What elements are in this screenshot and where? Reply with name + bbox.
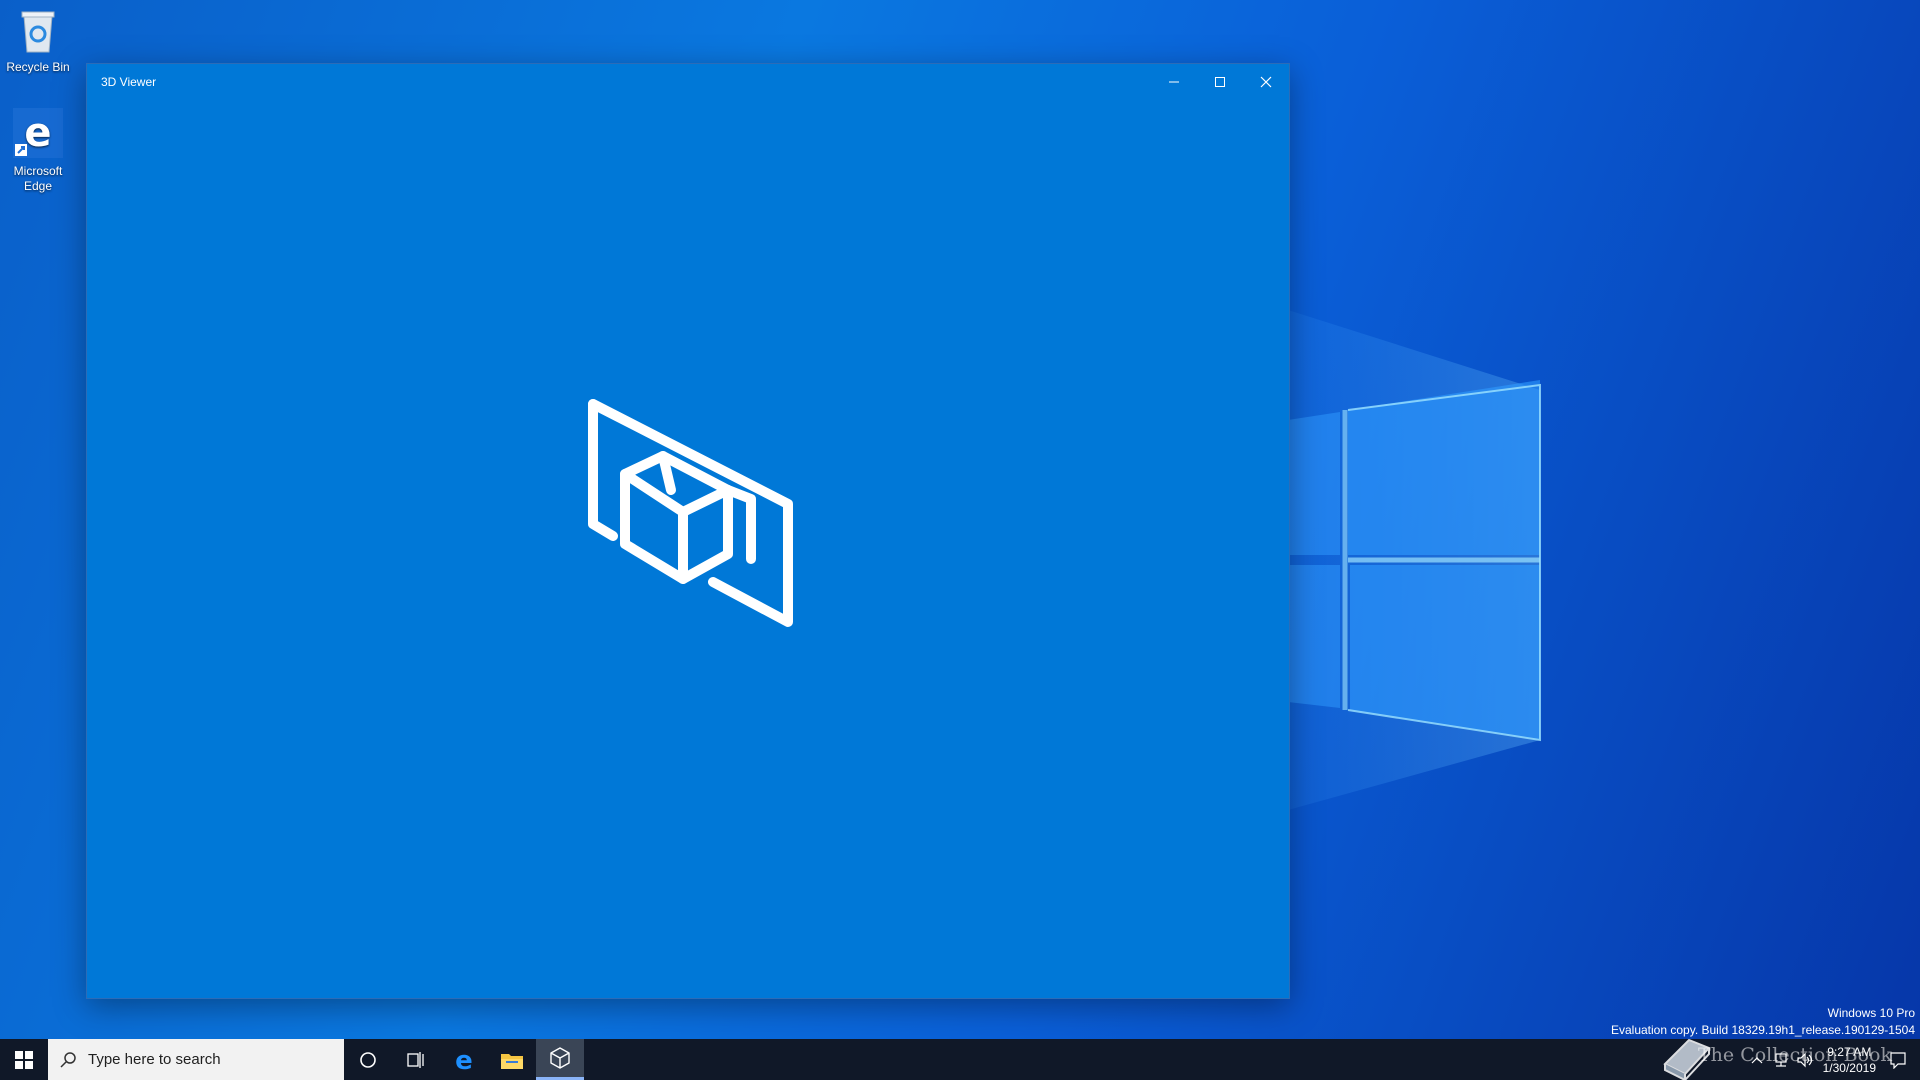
action-center-button[interactable]: [1886, 1039, 1910, 1080]
taskbar-3d-viewer-button[interactable]: [536, 1039, 584, 1080]
desktop-icon-label: Microsoft Edge: [13, 164, 63, 193]
clock-date: 1/30/2019: [1822, 1060, 1876, 1075]
desktop-icon-recycle-bin[interactable]: Recycle Bin: [0, 6, 78, 75]
taskbar-file-explorer-button[interactable]: [488, 1039, 536, 1080]
cortana-icon: [360, 1051, 376, 1068]
task-view-button[interactable]: [392, 1039, 440, 1080]
edge-icon: e: [0, 108, 78, 162]
file-explorer-icon: [501, 1053, 523, 1069]
app-window-3d-viewer: 3D Viewer: [86, 63, 1290, 999]
clock-time: 9:27 AM: [1827, 1044, 1872, 1059]
close-button[interactable]: [1243, 64, 1289, 99]
cortana-button[interactable]: [344, 1039, 392, 1080]
search-box[interactable]: Type here to search: [48, 1039, 344, 1080]
chevron-up-icon: [1751, 1056, 1763, 1063]
task-view-icon: [407, 1051, 424, 1068]
system-tray: 9:27 AM 1/30/2019: [1745, 1039, 1920, 1080]
watermark-build: Evaluation copy. Build 18329.19h1_releas…: [1610, 1023, 1915, 1037]
maximize-icon: [1215, 76, 1225, 87]
maximize-button[interactable]: [1197, 64, 1243, 99]
desktop-icon-microsoft-edge[interactable]: e Microsoft Edge: [0, 108, 78, 194]
svg-text:e: e: [455, 1048, 473, 1072]
volume-button[interactable]: [1793, 1039, 1817, 1080]
speaker-icon: [1797, 1052, 1812, 1067]
taskbar: Type here to search e: [0, 1039, 1920, 1080]
clock[interactable]: 9:27 AM 1/30/2019: [1823, 1044, 1876, 1076]
title-bar[interactable]: 3D Viewer: [87, 64, 1289, 99]
minimize-icon: [1169, 81, 1179, 82]
windows-start-icon: [15, 1050, 33, 1069]
network-button[interactable]: [1769, 1039, 1793, 1080]
watermark-edition: Windows 10 Pro: [1827, 1006, 1915, 1020]
close-icon: [1260, 76, 1272, 87]
search-placeholder: Type here to search: [88, 1051, 221, 1068]
taskbar-edge-button[interactable]: e: [440, 1039, 488, 1080]
search-icon: [60, 1051, 76, 1068]
recycle-bin-icon: [0, 6, 78, 58]
start-button[interactable]: [0, 1039, 48, 1080]
svg-text:e: e: [24, 110, 51, 156]
desktop-icon-label: Recycle Bin: [6, 60, 70, 74]
network-icon: [1775, 1052, 1787, 1067]
3d-viewer-logo-icon: [588, 399, 793, 627]
edge-icon: e: [455, 1048, 473, 1072]
show-hidden-icons-button[interactable]: [1745, 1039, 1769, 1080]
minimize-button[interactable]: [1151, 64, 1197, 99]
3d-viewer-icon: [550, 1047, 570, 1069]
windows-watermark: Windows 10 Pro Evaluation copy. Build 18…: [1611, 1005, 1915, 1039]
notification-icon: [1890, 1051, 1906, 1069]
window-title: 3D Viewer: [101, 75, 157, 89]
